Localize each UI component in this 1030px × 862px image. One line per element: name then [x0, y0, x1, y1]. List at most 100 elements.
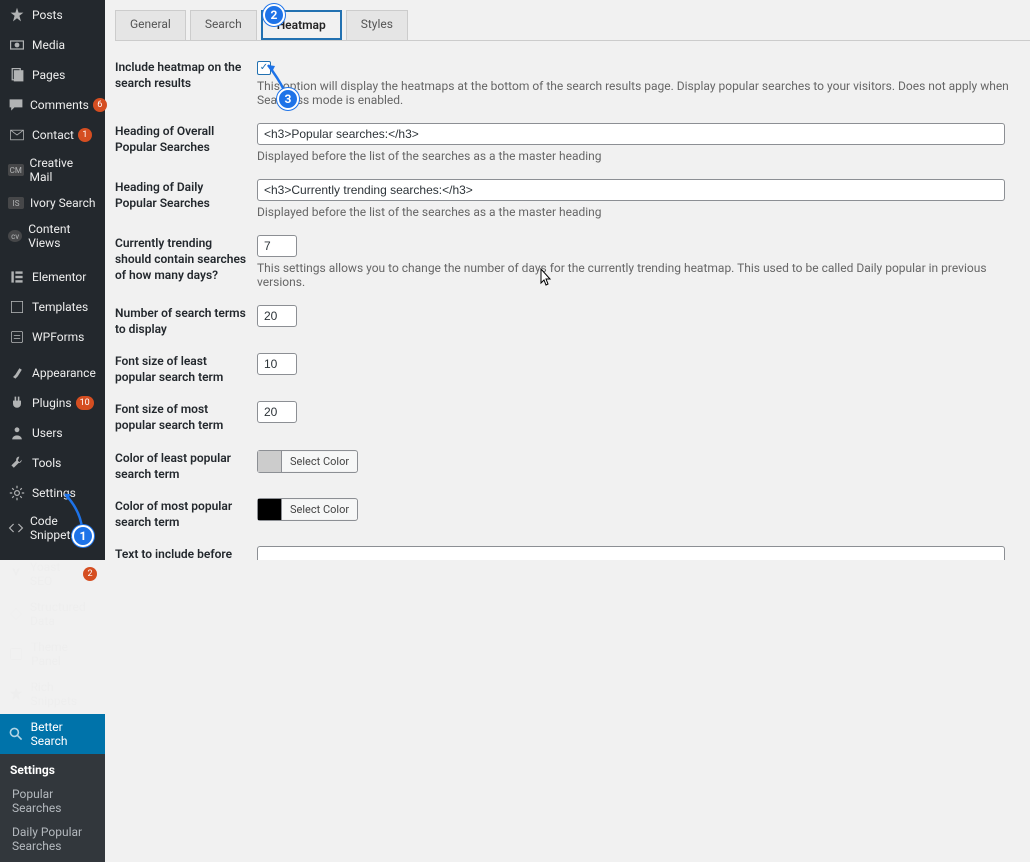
help-trending-days: This settings allows you to change the n…: [257, 261, 1010, 289]
sidebar-item-label: Better Search: [31, 720, 97, 748]
checkbox-include-heatmap[interactable]: ✓: [257, 61, 271, 75]
input-font-least[interactable]: [257, 353, 297, 375]
color-swatch-least: [258, 451, 282, 472]
media-icon: [8, 36, 26, 54]
sidebar-item-settings[interactable]: Settings: [0, 478, 105, 508]
sidebar-item-plugins[interactable]: Plugins 10: [0, 388, 105, 418]
label-font-most: Font size of most popular search term: [115, 401, 257, 433]
help-include-heatmap: This option will display the heatmaps at…: [257, 79, 1010, 107]
submenu-item-popular[interactable]: Popular Searches: [0, 782, 105, 820]
sidebar-item-label: Users: [32, 426, 63, 440]
sidebar-item-label: Templates: [32, 300, 88, 314]
sidebar-item-structured-data[interactable]: Structured Data: [0, 594, 105, 634]
wrench-icon: [8, 454, 26, 472]
sidebar-item-templates[interactable]: Templates: [0, 292, 105, 322]
admin-sidebar: Posts Media Pages Comments6 Contact1 CMC…: [0, 0, 105, 560]
annotation-3: 3: [277, 88, 299, 110]
cm-icon: CM: [8, 164, 24, 176]
comment-icon: [8, 96, 24, 114]
sidebar-item-better-search[interactable]: Better Search: [0, 714, 105, 754]
annotation-2: 2: [263, 4, 285, 26]
templates-icon: [8, 298, 26, 316]
input-trending-days[interactable]: [257, 235, 297, 257]
pin-icon: [8, 6, 26, 24]
sidebar-item-tools[interactable]: Tools: [0, 448, 105, 478]
sidebar-item-theme-panel[interactable]: Theme Panel: [0, 634, 105, 674]
sidebar-item-label: Elementor: [32, 270, 86, 284]
select-color-btn-least[interactable]: Select Color: [282, 452, 357, 471]
color-picker-most[interactable]: Select Color: [257, 498, 358, 521]
theme-icon: [8, 645, 25, 663]
input-heading-daily[interactable]: [257, 179, 1005, 201]
sidebar-item-label: Pages: [32, 68, 65, 82]
sidebar-item-elementor[interactable]: Elementor: [0, 262, 105, 292]
badge: 10: [76, 396, 94, 410]
sidebar-item-label: Tools: [32, 456, 61, 470]
input-num-terms[interactable]: [257, 305, 297, 327]
label-include-heatmap: Include heatmap on the search results: [115, 59, 257, 107]
sidebar-item-label: Theme Panel: [31, 640, 97, 668]
tab-general[interactable]: General: [115, 10, 186, 40]
elementor-icon: [8, 268, 26, 286]
label-heading-overall: Heading of Overall Popular Searches: [115, 123, 257, 163]
page-icon: [8, 66, 26, 84]
sidebar-item-rich-snippets[interactable]: Rich Snippets: [0, 674, 105, 714]
sidebar-item-label: Settings: [32, 486, 76, 500]
brush-icon: [8, 364, 26, 382]
sidebar-item-pages[interactable]: Pages: [0, 60, 105, 90]
sidebar-item-label: Ivory Search: [30, 196, 96, 210]
color-picker-least[interactable]: Select Color: [257, 450, 358, 473]
sidebar-item-label: Content Views: [28, 222, 97, 250]
sidebar-item-label: Plugins: [32, 396, 72, 410]
tab-search[interactable]: Search: [190, 10, 257, 40]
label-font-least: Font size of least popular search term: [115, 353, 257, 385]
sidebar-submenu: Settings Popular Searches Daily Popular …: [0, 754, 105, 862]
sidebar-item-label: Appearance: [32, 366, 96, 380]
sidebar-item-label: Comments: [30, 98, 89, 112]
badge: 2: [83, 567, 97, 581]
cv-icon: cv: [8, 230, 22, 242]
tab-styles[interactable]: Styles: [346, 10, 408, 40]
yoast-icon: [8, 565, 24, 583]
submenu-title[interactable]: Settings: [0, 758, 105, 782]
sidebar-item-comments[interactable]: Comments6: [0, 90, 105, 120]
input-text-before[interactable]: [257, 546, 1005, 560]
select-color-btn-most[interactable]: Select Color: [282, 500, 357, 519]
sidebar-item-posts[interactable]: Posts: [0, 0, 105, 30]
sidebar-item-contact[interactable]: Contact 1: [0, 120, 105, 150]
sidebar-item-label: Posts: [32, 8, 63, 22]
input-font-most[interactable]: [257, 401, 297, 423]
settings-tabs: General Search Heatmap Styles: [115, 10, 1030, 41]
sidebar-item-label: Media: [32, 38, 65, 52]
sidebar-item-wpforms[interactable]: WPForms: [0, 322, 105, 352]
help-heading-overall: Displayed before the list of the searche…: [257, 149, 1010, 163]
cursor-icon: [540, 268, 554, 290]
sidebar-item-label: WPForms: [32, 330, 84, 344]
label-color-most: Color of most popular search term: [115, 498, 257, 530]
badge: 1: [78, 128, 92, 142]
sidebar-item-label: Creative Mail: [30, 156, 97, 184]
mail-icon: [8, 126, 26, 144]
label-text-before: Text to include before each search term: [115, 546, 257, 560]
main-content: General Search Heatmap Styles Include he…: [105, 0, 1030, 560]
submenu-item-daily[interactable]: Daily Popular Searches: [0, 820, 105, 858]
sidebar-item-yoast[interactable]: Yoast SEO 2: [0, 554, 105, 594]
sidebar-item-users[interactable]: Users: [0, 418, 105, 448]
help-heading-daily: Displayed before the list of the searche…: [257, 205, 1010, 219]
star-icon: [8, 685, 24, 703]
sidebar-item-label: Yoast SEO: [30, 560, 79, 588]
gear-icon: [8, 484, 26, 502]
input-heading-overall[interactable]: [257, 123, 1005, 145]
label-heading-daily: Heading of Daily Popular Searches: [115, 179, 257, 219]
sidebar-item-content-views[interactable]: cv Content Views: [0, 216, 105, 256]
is-icon: IS: [8, 197, 24, 209]
sidebar-item-appearance[interactable]: Appearance: [0, 358, 105, 388]
search-icon: [8, 725, 25, 743]
color-swatch-most: [258, 499, 282, 520]
sidebar-item-media[interactable]: Media: [0, 30, 105, 60]
sidebar-item-ivory-search[interactable]: IS Ivory Search: [0, 190, 105, 216]
sidebar-item-label: Contact: [32, 128, 74, 142]
sidebar-item-creative-mail[interactable]: CM Creative Mail: [0, 150, 105, 190]
code-icon: [8, 519, 24, 537]
sidebar-item-label: Rich Snippets: [30, 680, 97, 708]
